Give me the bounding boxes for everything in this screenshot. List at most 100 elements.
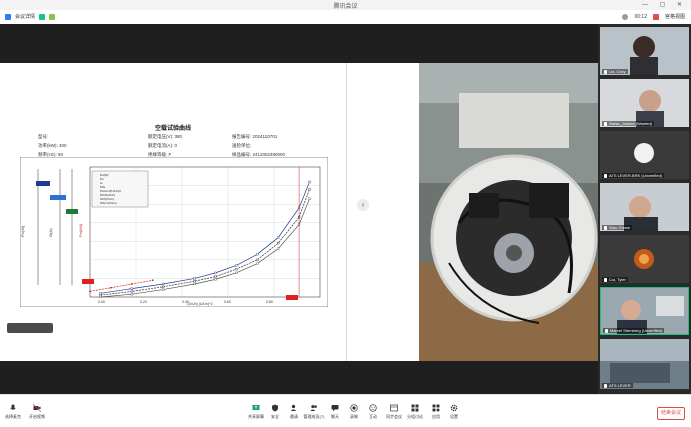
extra-series-point (110, 286, 112, 289)
meeting-info-icon[interactable] (5, 13, 11, 20)
reaction-icon (369, 404, 377, 412)
window-titlebar: 腾讯会议 — ▢ ✕ (0, 0, 691, 10)
record-icon (350, 404, 358, 412)
document-title: 空载试验曲线 (154, 126, 191, 132)
series-point-1 (235, 268, 238, 271)
window-controls[interactable]: — ▢ ✕ (642, 1, 687, 8)
video-button[interactable]: 开启视频 (26, 404, 48, 420)
window-title: 腾讯会议 (333, 4, 358, 10)
series-point-2 (256, 262, 259, 265)
breakout-icon (411, 404, 419, 412)
signal-icon[interactable] (49, 13, 56, 20)
participant-name: ATS LEVER (609, 383, 631, 388)
mic-icon (604, 173, 607, 178)
extra-series-point (151, 279, 154, 282)
series-point-1 (162, 285, 165, 288)
participant-name: Lin, Cecy (609, 69, 626, 74)
participant-name: ATS LEVER-BRK (Unverified) (609, 173, 663, 178)
participant-name: Marcel Sternberg (Unverified) (610, 328, 663, 333)
camera-icon (33, 404, 41, 412)
participant-tile[interactable]: Xiao, Edwin (600, 183, 689, 231)
series-point-1 (308, 188, 311, 191)
series-point-0 (256, 253, 259, 256)
slide-divider (346, 63, 420, 361)
participant-tile[interactable]: Cui, Tyler (600, 235, 689, 283)
y-label-3: Po(kW) (78, 223, 83, 237)
clock-icon (622, 13, 629, 20)
mic-icon (604, 277, 607, 282)
zoom-control[interactable] (7, 323, 53, 333)
invite-icon (290, 404, 297, 411)
breakout-button[interactable]: 分组讨论 (404, 404, 426, 420)
participant-tile[interactable]: ATS LEVER (600, 339, 689, 389)
motor-illustration (419, 63, 598, 361)
series-point-1 (99, 294, 102, 297)
motor-photo (419, 63, 598, 361)
x-tick-label: 0.20 (140, 300, 147, 304)
x-tick-label: 0.80 (266, 300, 273, 304)
gear-icon (450, 404, 458, 412)
mic-icon (604, 225, 607, 230)
mic-icon (604, 121, 607, 126)
mic-icon (604, 383, 607, 388)
series-point-0 (99, 292, 102, 295)
participant-tile[interactable]: ATS LEVER-BRK (Unverified) (600, 131, 689, 179)
series-point-0 (277, 236, 280, 239)
x-axis-label: (U/Un) (U/Un)^2 (187, 302, 212, 306)
meeting-toolbar: 选择麦克 开启视频 共享屏幕 安全 邀请 管理成员(7) 聊天 录制 互动 同步… (0, 394, 691, 427)
extra-series-point (89, 290, 91, 293)
invite-button[interactable]: 邀请 (283, 404, 305, 420)
end-meeting-button[interactable]: 结束会议 (657, 407, 685, 420)
meeting-info-bar: 会议详情 00:12 宫格视图 (0, 10, 691, 25)
microphone-icon (10, 404, 16, 410)
x-tick-label: 0.60 (224, 300, 231, 304)
x-axis-marker-left (82, 279, 94, 284)
participant-tile[interactable]: Lin, Cecy (600, 27, 689, 75)
series-point-0 (193, 277, 196, 280)
series-point-1 (277, 242, 280, 245)
x-axis-marker-right (286, 295, 298, 300)
interact-button[interactable]: 互动 (362, 404, 384, 420)
series-point-2 (277, 247, 280, 250)
no-load-test-chart: Po(W) I0(A) Po(kW) 0.00 0.20 0.40 0.60 0.80 … (20, 157, 328, 307)
series-point-2 (235, 271, 238, 274)
settings-button[interactable]: 设置 (443, 404, 465, 420)
microphone-button[interactable]: 选择麦克 (2, 404, 24, 420)
series-point-2 (162, 288, 165, 291)
shield-icon (272, 404, 278, 412)
mic-icon (604, 69, 607, 74)
participant-tile-active-speaker[interactable]: Marcel Sternberg (Unverified) (600, 287, 689, 335)
meeting-timer: 00:12 (634, 13, 647, 20)
shield-icon[interactable] (39, 13, 46, 20)
y-axis-marker-3 (66, 209, 78, 214)
grid-view-icon[interactable] (652, 13, 659, 20)
info-report-no: 报告编号: 2024110701 (232, 134, 278, 139)
participant-tile[interactable]: Swiss_Joshua (Wanted) (600, 79, 689, 127)
series-point-1 (214, 275, 217, 278)
participant-name: Cui, Tyler (609, 277, 626, 282)
info-power: 功率(kW): 400 (38, 143, 67, 148)
view-switch-button[interactable]: 宫格视图 (665, 13, 685, 20)
sync-icon (390, 404, 398, 412)
info-rated-current: 额定电流(A): 0 (148, 143, 178, 148)
y-label-2: I0(A) (48, 228, 53, 237)
info-client: 送检单位: (232, 143, 252, 148)
series-point-1 (193, 280, 196, 283)
meeting-details-link[interactable]: 会议详情 (15, 13, 35, 20)
legend-item-7: P0s=f(U/Un) (100, 201, 117, 205)
chat-icon (331, 405, 339, 412)
series-point-2 (214, 278, 217, 281)
info-rated-voltage: 额定电压(V): 380 (148, 134, 183, 139)
participant-name: Swiss_Joshua (Wanted) (609, 121, 652, 126)
mic-icon (605, 328, 608, 333)
series-point-2 (308, 197, 311, 200)
series-point-2 (130, 293, 133, 296)
manage-members-button[interactable]: 管理成员(7) (303, 404, 325, 420)
y-axis-scales: Po(W) I0(A) Po(kW) (20, 169, 83, 285)
series-point-0 (308, 180, 311, 183)
sync-meeting-button[interactable]: 同步会议 (383, 404, 405, 420)
series-point-0 (162, 282, 165, 286)
previous-page-button[interactable]: ‹ (357, 199, 369, 211)
info-model: 型号: (38, 134, 49, 139)
series-point-1 (130, 290, 133, 293)
